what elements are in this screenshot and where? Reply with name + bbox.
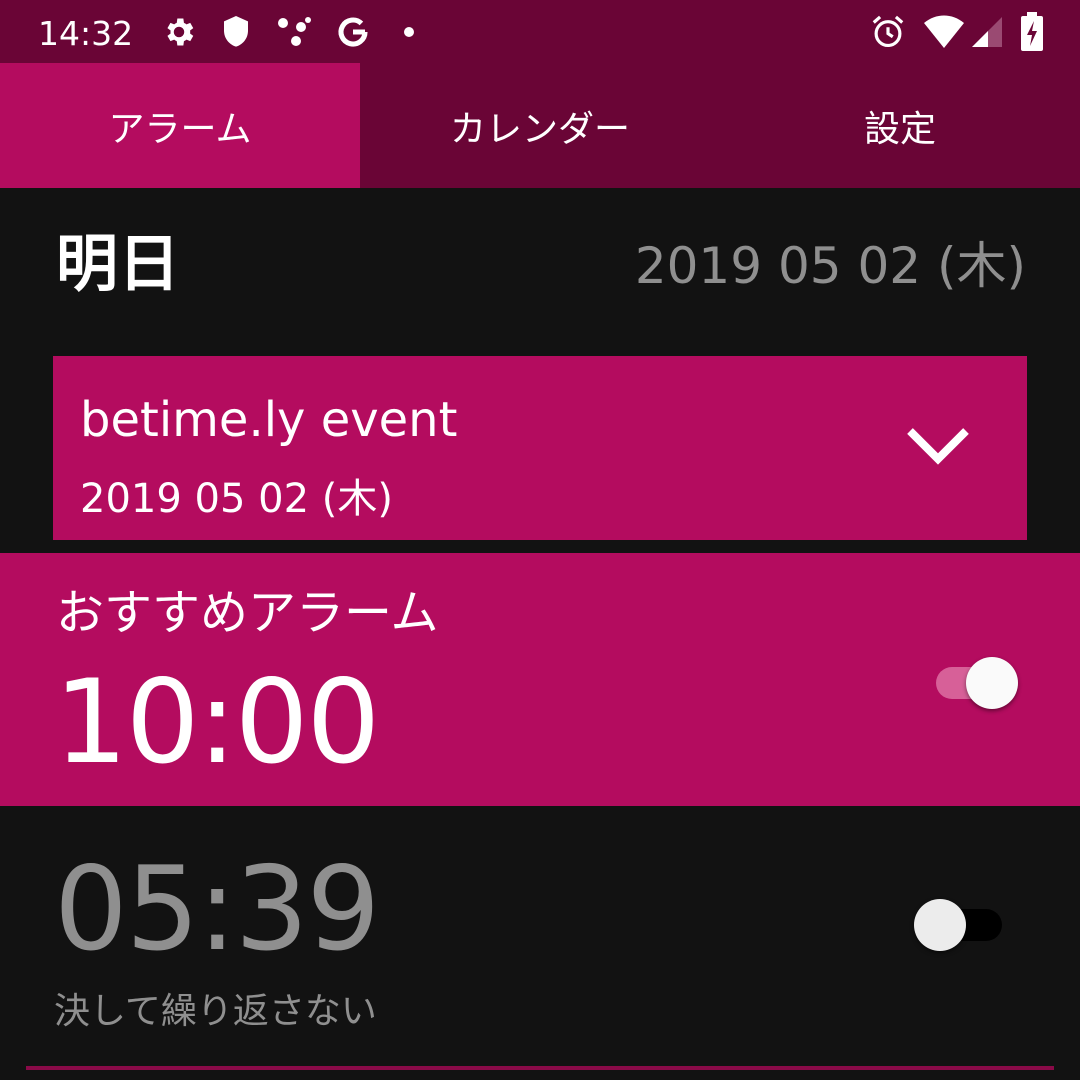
recommended-alarm-toggle[interactable] — [934, 653, 1020, 713]
divider — [26, 1066, 1054, 1070]
day-date: 2019 05 02 (木) — [634, 237, 1026, 295]
tab-settings[interactable]: 設定 — [720, 63, 1080, 188]
chevron-down-icon[interactable] — [905, 424, 971, 468]
toggle-thumb — [966, 657, 1018, 709]
status-time: 14:32 — [38, 14, 134, 53]
google-g-icon — [333, 12, 373, 52]
alarm-toggle[interactable] — [910, 895, 1006, 955]
day-title: 明日 — [56, 227, 181, 300]
status-bar: 14:32 — [0, 0, 1080, 63]
event-date: 2019 05 02 (木) — [80, 476, 393, 522]
assistant-dots-icon — [274, 12, 314, 52]
recommended-alarm-time[interactable]: 10:00 — [54, 655, 380, 790]
toggle-thumb — [914, 899, 966, 951]
alarm-time[interactable]: 05:39 — [54, 842, 380, 977]
cell-signal-icon — [968, 12, 1006, 52]
battery-charging-icon — [1016, 12, 1048, 52]
wifi-icon — [922, 12, 966, 52]
tab-alarm[interactable]: アラーム — [0, 63, 360, 188]
alarm-repeat-label: 決して繰り返さない — [54, 991, 377, 1032]
alarm-clock-icon — [866, 12, 910, 52]
notification-dot-icon — [398, 12, 420, 52]
event-card[interactable]: betime.ly event 2019 05 02 (木) — [53, 356, 1027, 540]
tab-calendar[interactable]: カレンダー — [360, 63, 720, 188]
event-title: betime.ly event — [80, 392, 458, 448]
recommended-alarm-title: おすすめアラーム — [56, 585, 439, 641]
recommended-alarm-panel[interactable]: おすすめアラーム 10:00 — [0, 553, 1080, 806]
shield-icon — [218, 12, 254, 52]
tab-bar: アラーム カレンダー 設定 — [0, 63, 1080, 188]
gear-icon — [160, 12, 198, 52]
